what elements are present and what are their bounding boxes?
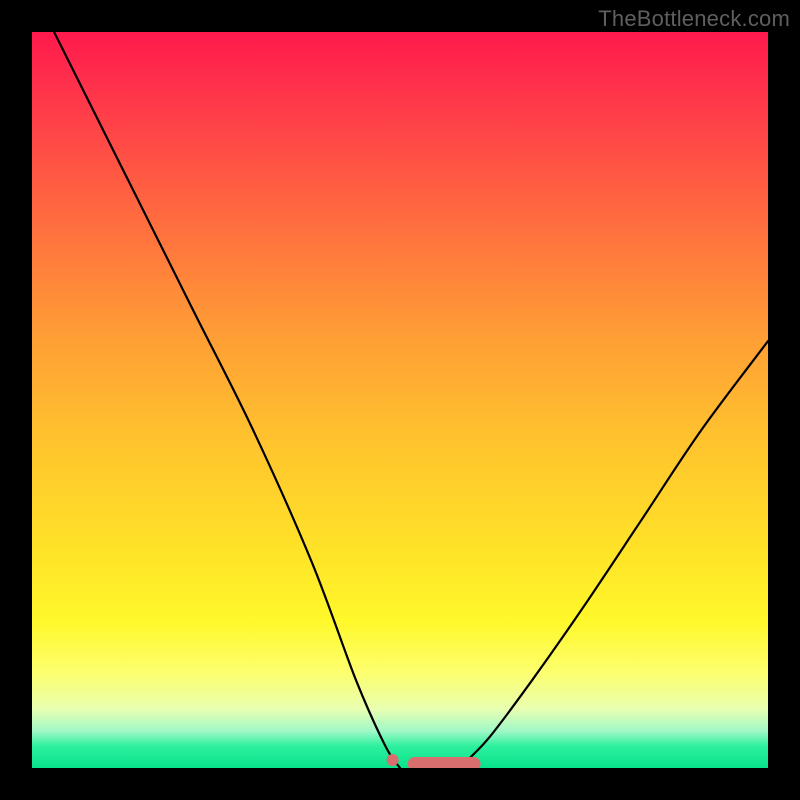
- chart-plot-area: [32, 32, 768, 768]
- bottom-markers: [387, 754, 474, 766]
- bottom-marker-dot: [387, 754, 399, 766]
- chart-frame: TheBottleneck.com: [0, 0, 800, 800]
- curve-left: [54, 32, 400, 768]
- watermark-text: TheBottleneck.com: [598, 6, 790, 32]
- curve-right: [459, 341, 768, 768]
- chart-svg: [32, 32, 768, 768]
